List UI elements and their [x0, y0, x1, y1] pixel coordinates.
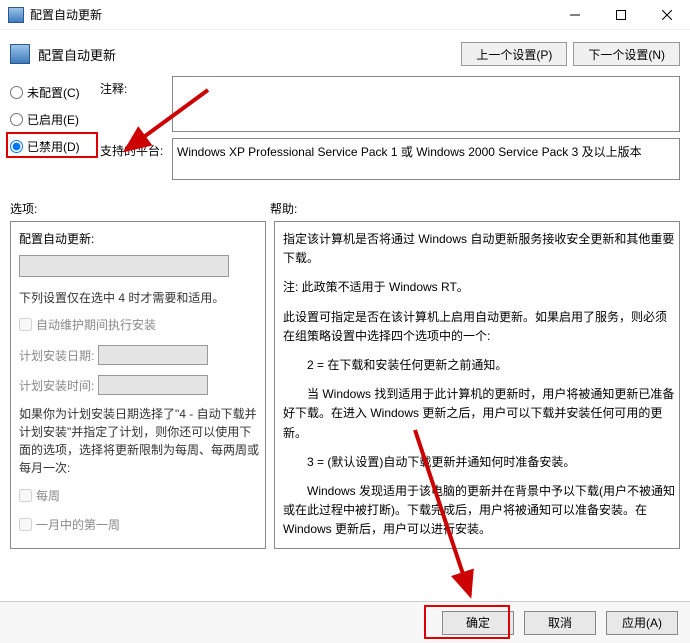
- ok-button[interactable]: 确定: [442, 611, 514, 635]
- help-label: 帮助:: [270, 200, 297, 217]
- config-row: 未配置(C) 已启用(E) 已禁用(D) 注释: 支持的平台: Windows …: [0, 74, 690, 192]
- radio-column: 未配置(C) 已启用(E) 已禁用(D): [10, 76, 100, 186]
- install-day-select[interactable]: [98, 345, 208, 365]
- install-time-select[interactable]: [98, 375, 208, 395]
- weekly-checkbox[interactable]: 每周: [19, 487, 263, 504]
- bottom-bar: 确定 取消 应用(A): [0, 601, 690, 643]
- radio-enabled-input[interactable]: [10, 113, 23, 126]
- first-week-checkbox-input[interactable]: [19, 518, 32, 531]
- platform-text: Windows XP Professional Service Pack 1 或…: [172, 138, 680, 180]
- help-panel[interactable]: 指定该计算机是否将通过 Windows 自动更新服务接收安全更新和其他重要下载。…: [274, 221, 680, 549]
- help-p4: 2 = 在下载和安装任何更新之前通知。: [283, 356, 675, 375]
- help-p6: 3 = (默认设置)自动下载更新并通知何时准备安装。: [283, 453, 675, 472]
- options-paragraph: 如果你为计划安装日期选择了"4 - 自动下载并计划安装"并指定了计划，则你还可以…: [19, 405, 263, 477]
- comment-label: 注释:: [100, 76, 172, 132]
- radio-disabled-label: 已禁用(D): [27, 138, 80, 155]
- policy-title: 配置自动更新: [38, 45, 455, 64]
- radio-enabled-label: 已启用(E): [27, 111, 79, 128]
- maximize-button[interactable]: [598, 0, 644, 30]
- prev-setting-button[interactable]: 上一个设置(P): [461, 42, 567, 66]
- app-icon: [8, 7, 24, 23]
- maintenance-checkbox[interactable]: 自动维护期间执行安装: [19, 316, 263, 333]
- radio-not-configured-label: 未配置(C): [27, 84, 80, 101]
- title-bar: 配置自动更新: [0, 0, 690, 30]
- apply-button[interactable]: 应用(A): [606, 611, 678, 635]
- update-mode-select[interactable]: [19, 255, 229, 277]
- help-p2: 注: 此政策不适用于 Windows RT。: [283, 278, 675, 297]
- radio-not-configured-input[interactable]: [10, 86, 23, 99]
- options-panel[interactable]: 配置自动更新: 下列设置仅在选中 4 时才需要和适用。 自动维护期间执行安装 计…: [10, 221, 266, 549]
- radio-not-configured[interactable]: 未配置(C): [10, 84, 100, 101]
- weekly-checkbox-input[interactable]: [19, 489, 32, 502]
- panels: 配置自动更新: 下列设置仅在选中 4 时才需要和适用。 自动维护期间执行安装 计…: [0, 221, 690, 549]
- window-title: 配置自动更新: [30, 6, 552, 23]
- first-week-checkbox-label: 一月中的第一周: [36, 516, 120, 533]
- fields-column: 注释: 支持的平台: Windows XP Professional Servi…: [100, 76, 680, 186]
- policy-icon: [10, 44, 30, 64]
- first-week-checkbox[interactable]: 一月中的第一周: [19, 516, 263, 533]
- help-p5: 当 Windows 找到适用于此计算机的更新时，用户将被通知更新已准备好下载。在…: [283, 385, 675, 443]
- header-row: 配置自动更新 上一个设置(P) 下一个设置(N): [0, 30, 690, 74]
- maintenance-checkbox-label: 自动维护期间执行安装: [36, 316, 156, 333]
- install-time-label: 计划安装时间:: [19, 377, 94, 394]
- comment-input[interactable]: [172, 76, 680, 132]
- maintenance-checkbox-input[interactable]: [19, 318, 32, 331]
- options-note: 下列设置仅在选中 4 时才需要和适用。: [19, 289, 263, 306]
- minimize-button[interactable]: [552, 0, 598, 30]
- radio-enabled[interactable]: 已启用(E): [10, 111, 100, 128]
- weekly-checkbox-label: 每周: [36, 487, 60, 504]
- help-p3: 此设置可指定是否在该计算机上启用自动更新。如果启用了服务，则必须在组策略设置中选…: [283, 308, 675, 346]
- radio-disabled-input[interactable]: [10, 140, 23, 153]
- options-label: 选项:: [10, 200, 270, 217]
- install-day-label: 计划安装日期:: [19, 347, 94, 364]
- close-button[interactable]: [644, 0, 690, 30]
- help-p7: Windows 发现适用于该电脑的更新并在背景中予以下载(用户不被通知或在此过程…: [283, 482, 675, 540]
- help-p1: 指定该计算机是否将通过 Windows 自动更新服务接收安全更新和其他重要下载。: [283, 230, 675, 268]
- next-setting-button[interactable]: 下一个设置(N): [573, 42, 680, 66]
- options-title: 配置自动更新:: [19, 230, 263, 247]
- radio-disabled[interactable]: 已禁用(D): [10, 138, 100, 155]
- panel-labels: 选项: 帮助:: [0, 192, 690, 221]
- platform-label: 支持的平台:: [100, 138, 172, 180]
- cancel-button[interactable]: 取消: [524, 611, 596, 635]
